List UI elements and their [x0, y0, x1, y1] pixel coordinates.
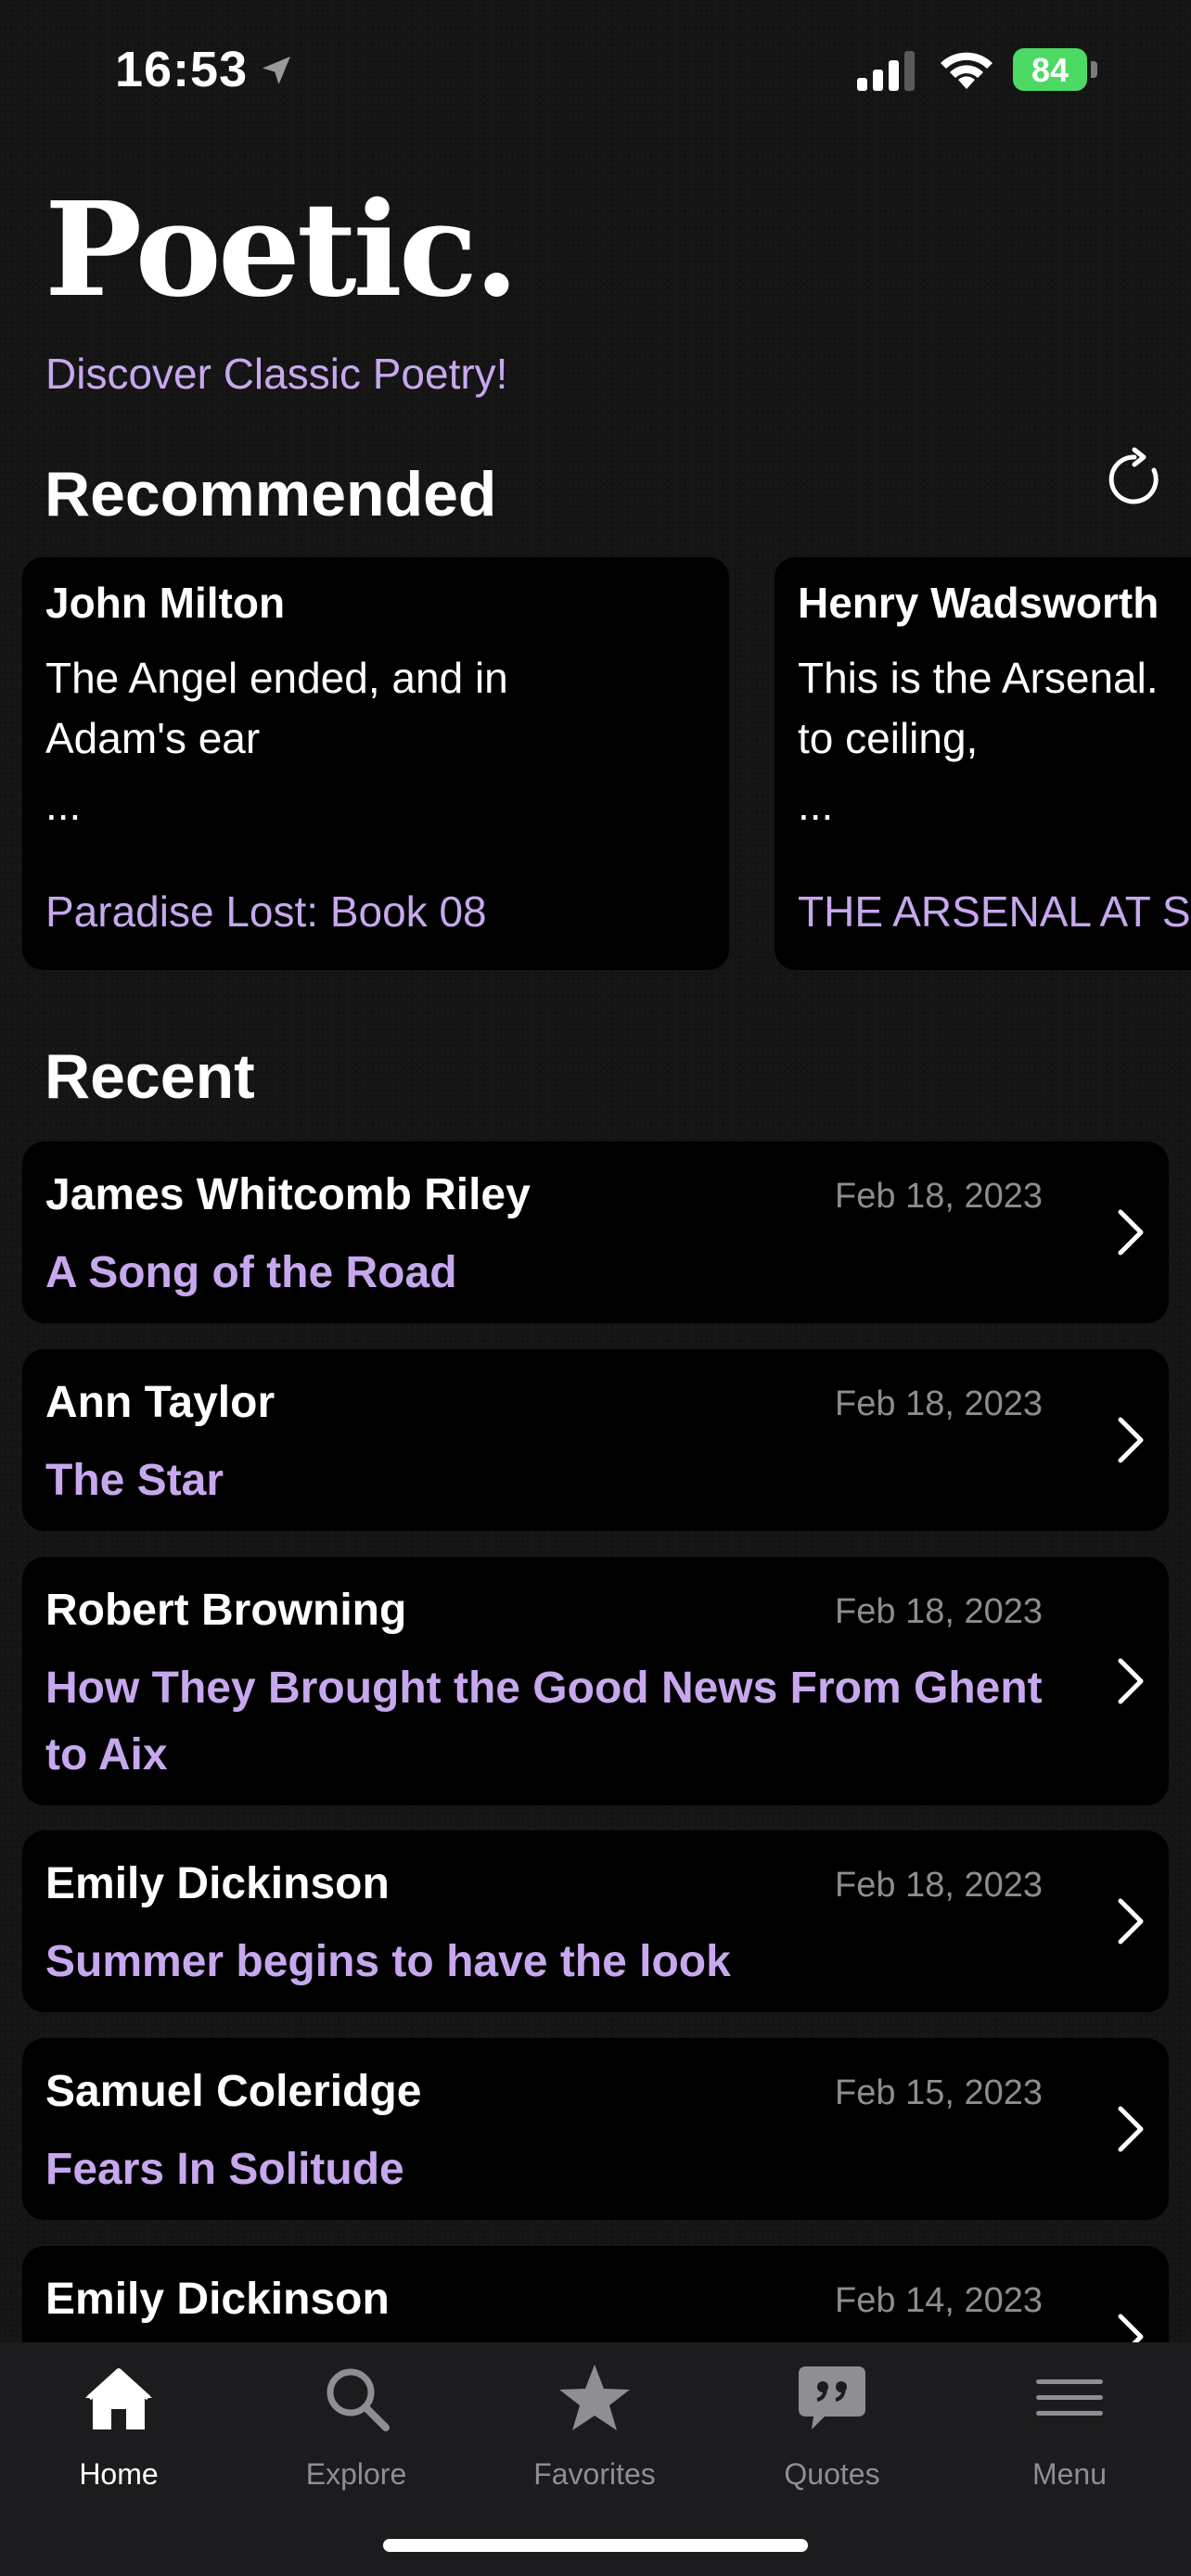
recent-item[interactable]: Robert Browning Feb 18, 2023 How They Br… [22, 1557, 1169, 1805]
recent-item[interactable]: Samuel Coleridge Feb 15, 2023 Fears In S… [22, 2038, 1169, 2220]
tab-label: Home [79, 2457, 159, 2491]
recent-item-date: Feb 18, 2023 [835, 1177, 1043, 1216]
card-excerpt-line: to ceiling, [798, 714, 979, 762]
tab-favorites[interactable]: Favorites [502, 2342, 687, 2491]
search-icon [327, 2368, 390, 2431]
card-ellipsis: ... [798, 781, 834, 829]
chevron-right-icon [1118, 1898, 1144, 1945]
recent-item-title: Fears In Solitude [45, 2145, 404, 2194]
recommended-card[interactable]: John Milton The Angel ended, and in Adam… [22, 557, 729, 970]
recent-item-date: Feb 18, 2023 [835, 1384, 1043, 1423]
recent-item-title: A Song of the Road [45, 1248, 457, 1297]
wifi-icon [941, 52, 992, 89]
refresh-icon[interactable] [1100, 445, 1169, 514]
card-author: John Milton [45, 579, 286, 627]
recent-item-author: James Whitcomb Riley [45, 1170, 531, 1219]
tab-menu[interactable]: Menu [977, 2342, 1162, 2491]
battery-cap [1091, 61, 1097, 78]
recommended-card[interactable]: Henry Wadsworth This is the Arsenal. to … [775, 557, 1191, 970]
tab-home[interactable]: Home [26, 2342, 211, 2491]
tab-label: Favorites [533, 2457, 656, 2491]
recent-item-date: Feb 18, 2023 [835, 1866, 1043, 1905]
battery-indicator: 84 [1013, 48, 1087, 91]
recent-item-title: How They Brought the Good News From Ghen… [45, 1664, 1043, 1779]
recent-item[interactable]: James Whitcomb Riley Feb 18, 2023 A Song… [22, 1141, 1169, 1323]
status-time: 16:53 [115, 42, 249, 97]
menu-icon [1036, 2379, 1103, 2416]
app-title: Poetic. [45, 174, 519, 326]
recent-item[interactable]: Emily Dickinson Feb 18, 2023 Summer begi… [22, 1830, 1169, 2012]
recent-item-date: Feb 15, 2023 [835, 2073, 1043, 2112]
tab-explore[interactable]: Explore [263, 2342, 449, 2491]
card-excerpt-line: This is the Arsenal. [798, 654, 1159, 702]
card-poem-title: THE ARSENAL AT S [798, 887, 1191, 936]
recommended-heading: Recommended [45, 459, 497, 529]
chevron-right-icon [1118, 1209, 1144, 1256]
recent-item-author: Emily Dickinson [45, 2275, 390, 2324]
quote-bubble-icon [799, 2366, 865, 2429]
recent-item-author: Robert Browning [45, 1586, 407, 1635]
chevron-right-icon [1118, 2106, 1144, 2152]
tab-label: Quotes [784, 2457, 880, 2491]
recent-item-title: The Star [45, 1456, 224, 1505]
chevron-right-icon [1118, 1417, 1144, 1463]
recent-item-date: Feb 18, 2023 [835, 1592, 1043, 1631]
recent-item[interactable]: Ann Taylor Feb 18, 2023 The Star [22, 1349, 1169, 1531]
status-bar: 16:53 84 [0, 0, 1191, 139]
card-author: Henry Wadsworth [798, 579, 1159, 627]
home-indicator [383, 2539, 808, 2552]
recent-item-author: Emily Dickinson [45, 1859, 390, 1908]
card-excerpt-line: Adam's ear [45, 714, 261, 762]
recent-item-author: Samuel Coleridge [45, 2067, 422, 2116]
star-icon [559, 2365, 630, 2430]
card-excerpt-line: The Angel ended, and in [45, 654, 508, 702]
recent-item-author: Ann Taylor [45, 1378, 275, 1427]
cellular-signal-icon [857, 51, 915, 91]
house-icon [85, 2368, 152, 2429]
tab-label: Explore [305, 2457, 407, 2491]
app-subtitle: Discover Classic Poetry! [45, 350, 508, 398]
tab-quotes[interactable]: Quotes [739, 2342, 925, 2491]
battery-level: 84 [1031, 51, 1069, 89]
location-arrow-icon [263, 57, 290, 84]
chevron-right-icon [1118, 1658, 1144, 1704]
card-ellipsis: ... [45, 781, 82, 829]
recent-item-date: Feb 14, 2023 [835, 2281, 1043, 2320]
recent-item-title: Summer begins to have the look [45, 1937, 731, 1986]
tab-label: Menu [1031, 2457, 1108, 2491]
recent-heading: Recent [45, 1041, 255, 1112]
card-poem-title: Paradise Lost: Book 08 [45, 887, 487, 936]
